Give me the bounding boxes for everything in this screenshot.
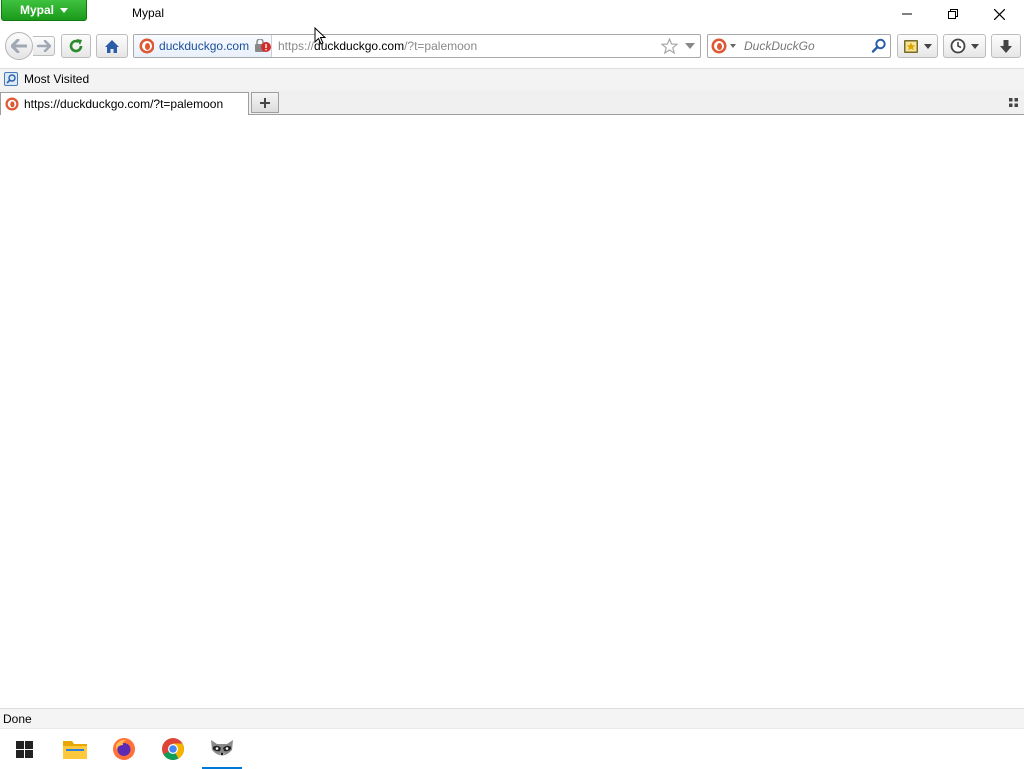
chrome-icon (162, 738, 184, 760)
bookmarks-icon (904, 40, 918, 53)
taskbar-chrome[interactable] (149, 729, 197, 769)
all-tabs-grid-icon[interactable] (1009, 98, 1018, 107)
reload-icon (69, 39, 83, 53)
home-icon (105, 39, 119, 53)
url-host: duckduckgo.com (314, 39, 405, 53)
url-scheme: https:// (278, 39, 315, 53)
chevron-down-icon (60, 7, 68, 13)
close-icon (993, 8, 1005, 20)
duckduckgo-search-icon (711, 38, 727, 54)
windows-logo-icon (15, 740, 33, 758)
bookmarks-toolbar: Most Visited (0, 68, 1024, 90)
identity-label: duckduckgo.com (159, 39, 250, 53)
taskbar-firefox[interactable] (100, 729, 148, 769)
window-title: Mypal (132, 6, 165, 20)
chevron-down-icon (971, 43, 979, 49)
app-menu-button[interactable]: Mypal (1, 0, 87, 21)
forward-arrow-icon (36, 40, 51, 52)
downloads-button[interactable] (991, 34, 1021, 58)
restore-icon (948, 9, 958, 19)
history-clock-icon (950, 38, 966, 54)
plus-icon (260, 97, 270, 108)
search-bar[interactable] (707, 34, 891, 58)
close-button[interactable] (976, 0, 1022, 28)
search-input[interactable] (744, 38, 864, 54)
url-bar[interactable]: duckduckgo.com https://duckduckgo.com/?t… (133, 34, 701, 58)
taskbar-file-explorer[interactable] (51, 729, 99, 769)
url-history-dropdown-icon[interactable] (685, 43, 695, 49)
site-identity-button[interactable]: duckduckgo.com (134, 35, 272, 57)
status-text: Done (3, 712, 32, 726)
tab-strip: https://duckduckgo.com/?t=palemoon (0, 90, 1024, 115)
bookmarks-menu-button[interactable] (897, 34, 938, 58)
raccoon-icon (211, 740, 233, 756)
duckduckgo-favicon (139, 38, 155, 54)
download-arrow-icon (1000, 39, 1012, 53)
restore-button[interactable] (930, 0, 976, 28)
url-text[interactable]: https://duckduckgo.com/?t=palemoon (278, 39, 477, 53)
folder-icon (63, 741, 87, 759)
bookmark-label: Most Visited (24, 72, 90, 86)
duckduckgo-favicon (5, 97, 19, 111)
page-content[interactable] (0, 116, 1024, 708)
bookmark-folder-icon (4, 72, 18, 86)
tab-label: https://duckduckgo.com/?t=palemoon (24, 97, 224, 111)
title-bar: Mypal Mypal (0, 0, 1024, 28)
search-engine-button[interactable] (711, 38, 736, 54)
taskbar-mypal[interactable] (198, 729, 246, 769)
bookmark-most-visited[interactable]: Most Visited (4, 72, 89, 86)
navigation-toolbar: duckduckgo.com https://duckduckgo.com/?t… (0, 30, 1024, 66)
home-button[interactable] (96, 34, 128, 58)
browser-window: Mypal Mypal duckduckgo.com https://duckd… (0, 0, 1024, 728)
minimize-button[interactable] (884, 0, 930, 28)
start-button[interactable] (0, 729, 48, 769)
reload-button[interactable] (61, 34, 91, 58)
status-bar: Done (0, 708, 1024, 728)
back-button[interactable] (5, 32, 33, 60)
mixed-content-warning-icon (255, 39, 271, 52)
chevron-down-icon (924, 43, 932, 49)
forward-button[interactable] (33, 36, 55, 56)
firefox-icon (113, 738, 135, 760)
app-menu-label: Mypal (19, 3, 54, 17)
mouse-cursor-icon (314, 27, 326, 45)
history-menu-button[interactable] (943, 34, 986, 58)
url-path: /?t=palemoon (404, 39, 478, 53)
new-tab-button[interactable] (251, 92, 279, 113)
bookmark-star-icon[interactable] (661, 38, 678, 54)
taskbar (0, 728, 1024, 769)
minimize-icon (902, 13, 912, 15)
tab-duckduckgo[interactable]: https://duckduckgo.com/?t=palemoon (0, 92, 249, 115)
chevron-down-icon (730, 44, 736, 48)
search-icon[interactable] (871, 38, 887, 54)
back-arrow-icon (11, 39, 27, 53)
